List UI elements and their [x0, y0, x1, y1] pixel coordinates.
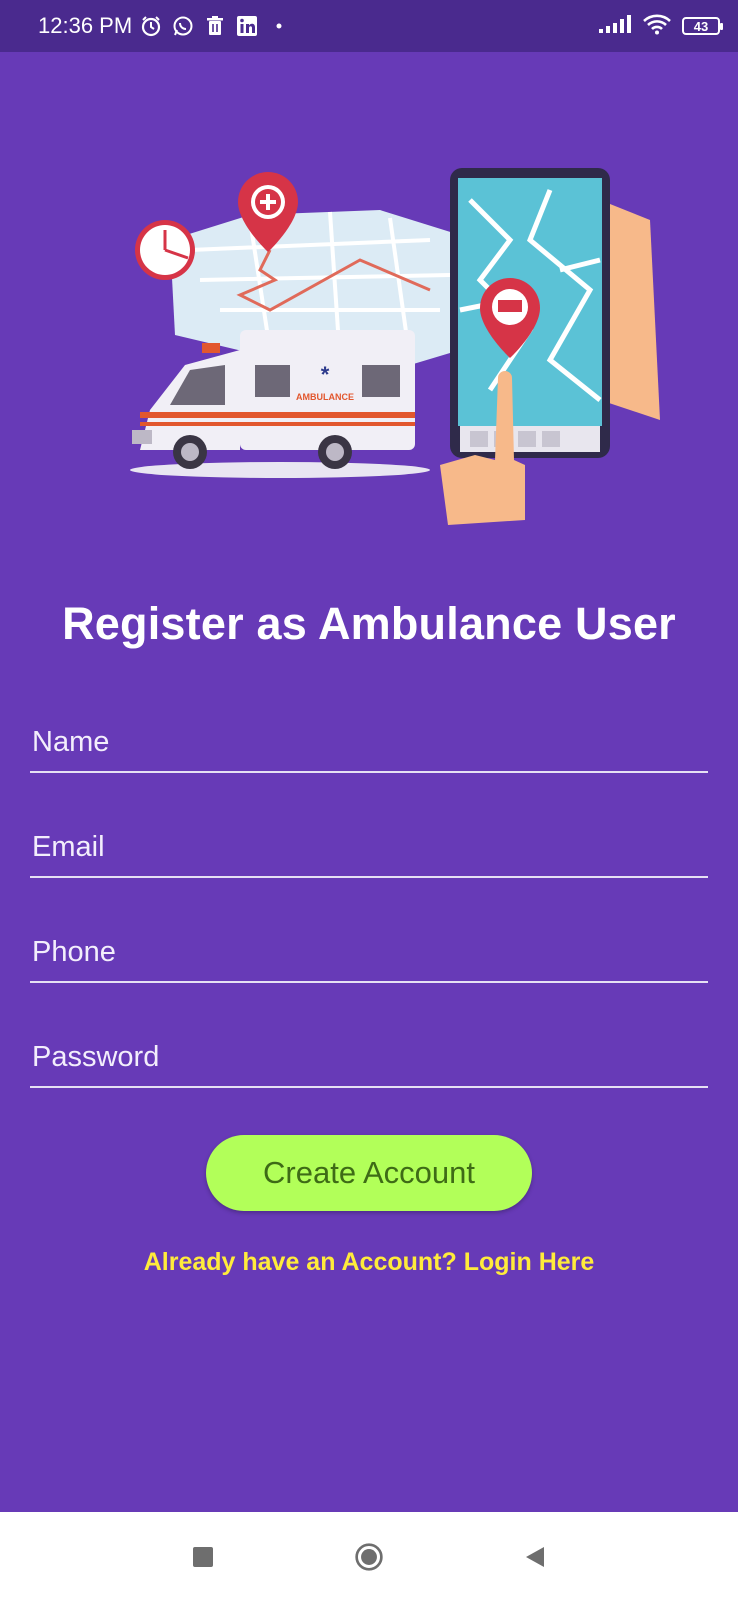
recents-icon[interactable] [188, 1542, 218, 1572]
linkedin-icon [236, 15, 258, 37]
system-status: 43 [598, 13, 723, 40]
ambulance-vehicle: * AMBULANCE [130, 330, 430, 478]
login-link[interactable]: Already have an Account? Login Here [0, 1248, 738, 1277]
alarm-icon [140, 15, 162, 37]
signal-icon [598, 14, 632, 39]
notification-icons [140, 15, 290, 37]
whatsapp-icon [172, 15, 194, 37]
phone-input[interactable] [30, 923, 708, 981]
ambulance-illustration: * AMBULANCE [130, 160, 680, 550]
name-field[interactable] [30, 713, 708, 773]
clock-icon [135, 220, 195, 280]
wifi-icon [642, 13, 672, 40]
create-account-button[interactable]: Create Account [206, 1135, 532, 1211]
home-icon[interactable] [354, 1542, 384, 1572]
name-input[interactable] [30, 713, 708, 771]
svg-text:*: * [321, 362, 330, 387]
email-field[interactable] [30, 818, 708, 878]
phone-field[interactable] [30, 923, 708, 983]
smartphone-illustration [450, 168, 660, 458]
password-field[interactable] [30, 1028, 708, 1088]
password-input[interactable] [30, 1028, 708, 1086]
trash-icon [204, 15, 226, 37]
ambulance-label: AMBULANCE [296, 392, 354, 402]
battery-icon: 43 [682, 17, 723, 35]
status-time: 12:36 PM [38, 13, 133, 38]
page-title: Register as Ambulance User [62, 598, 676, 649]
navigation-bar [0, 1512, 738, 1600]
status-bar: 12:36 PM 43 [0, 0, 738, 52]
dot-icon [268, 15, 290, 37]
back-icon[interactable] [520, 1542, 550, 1572]
email-input[interactable] [30, 818, 708, 876]
